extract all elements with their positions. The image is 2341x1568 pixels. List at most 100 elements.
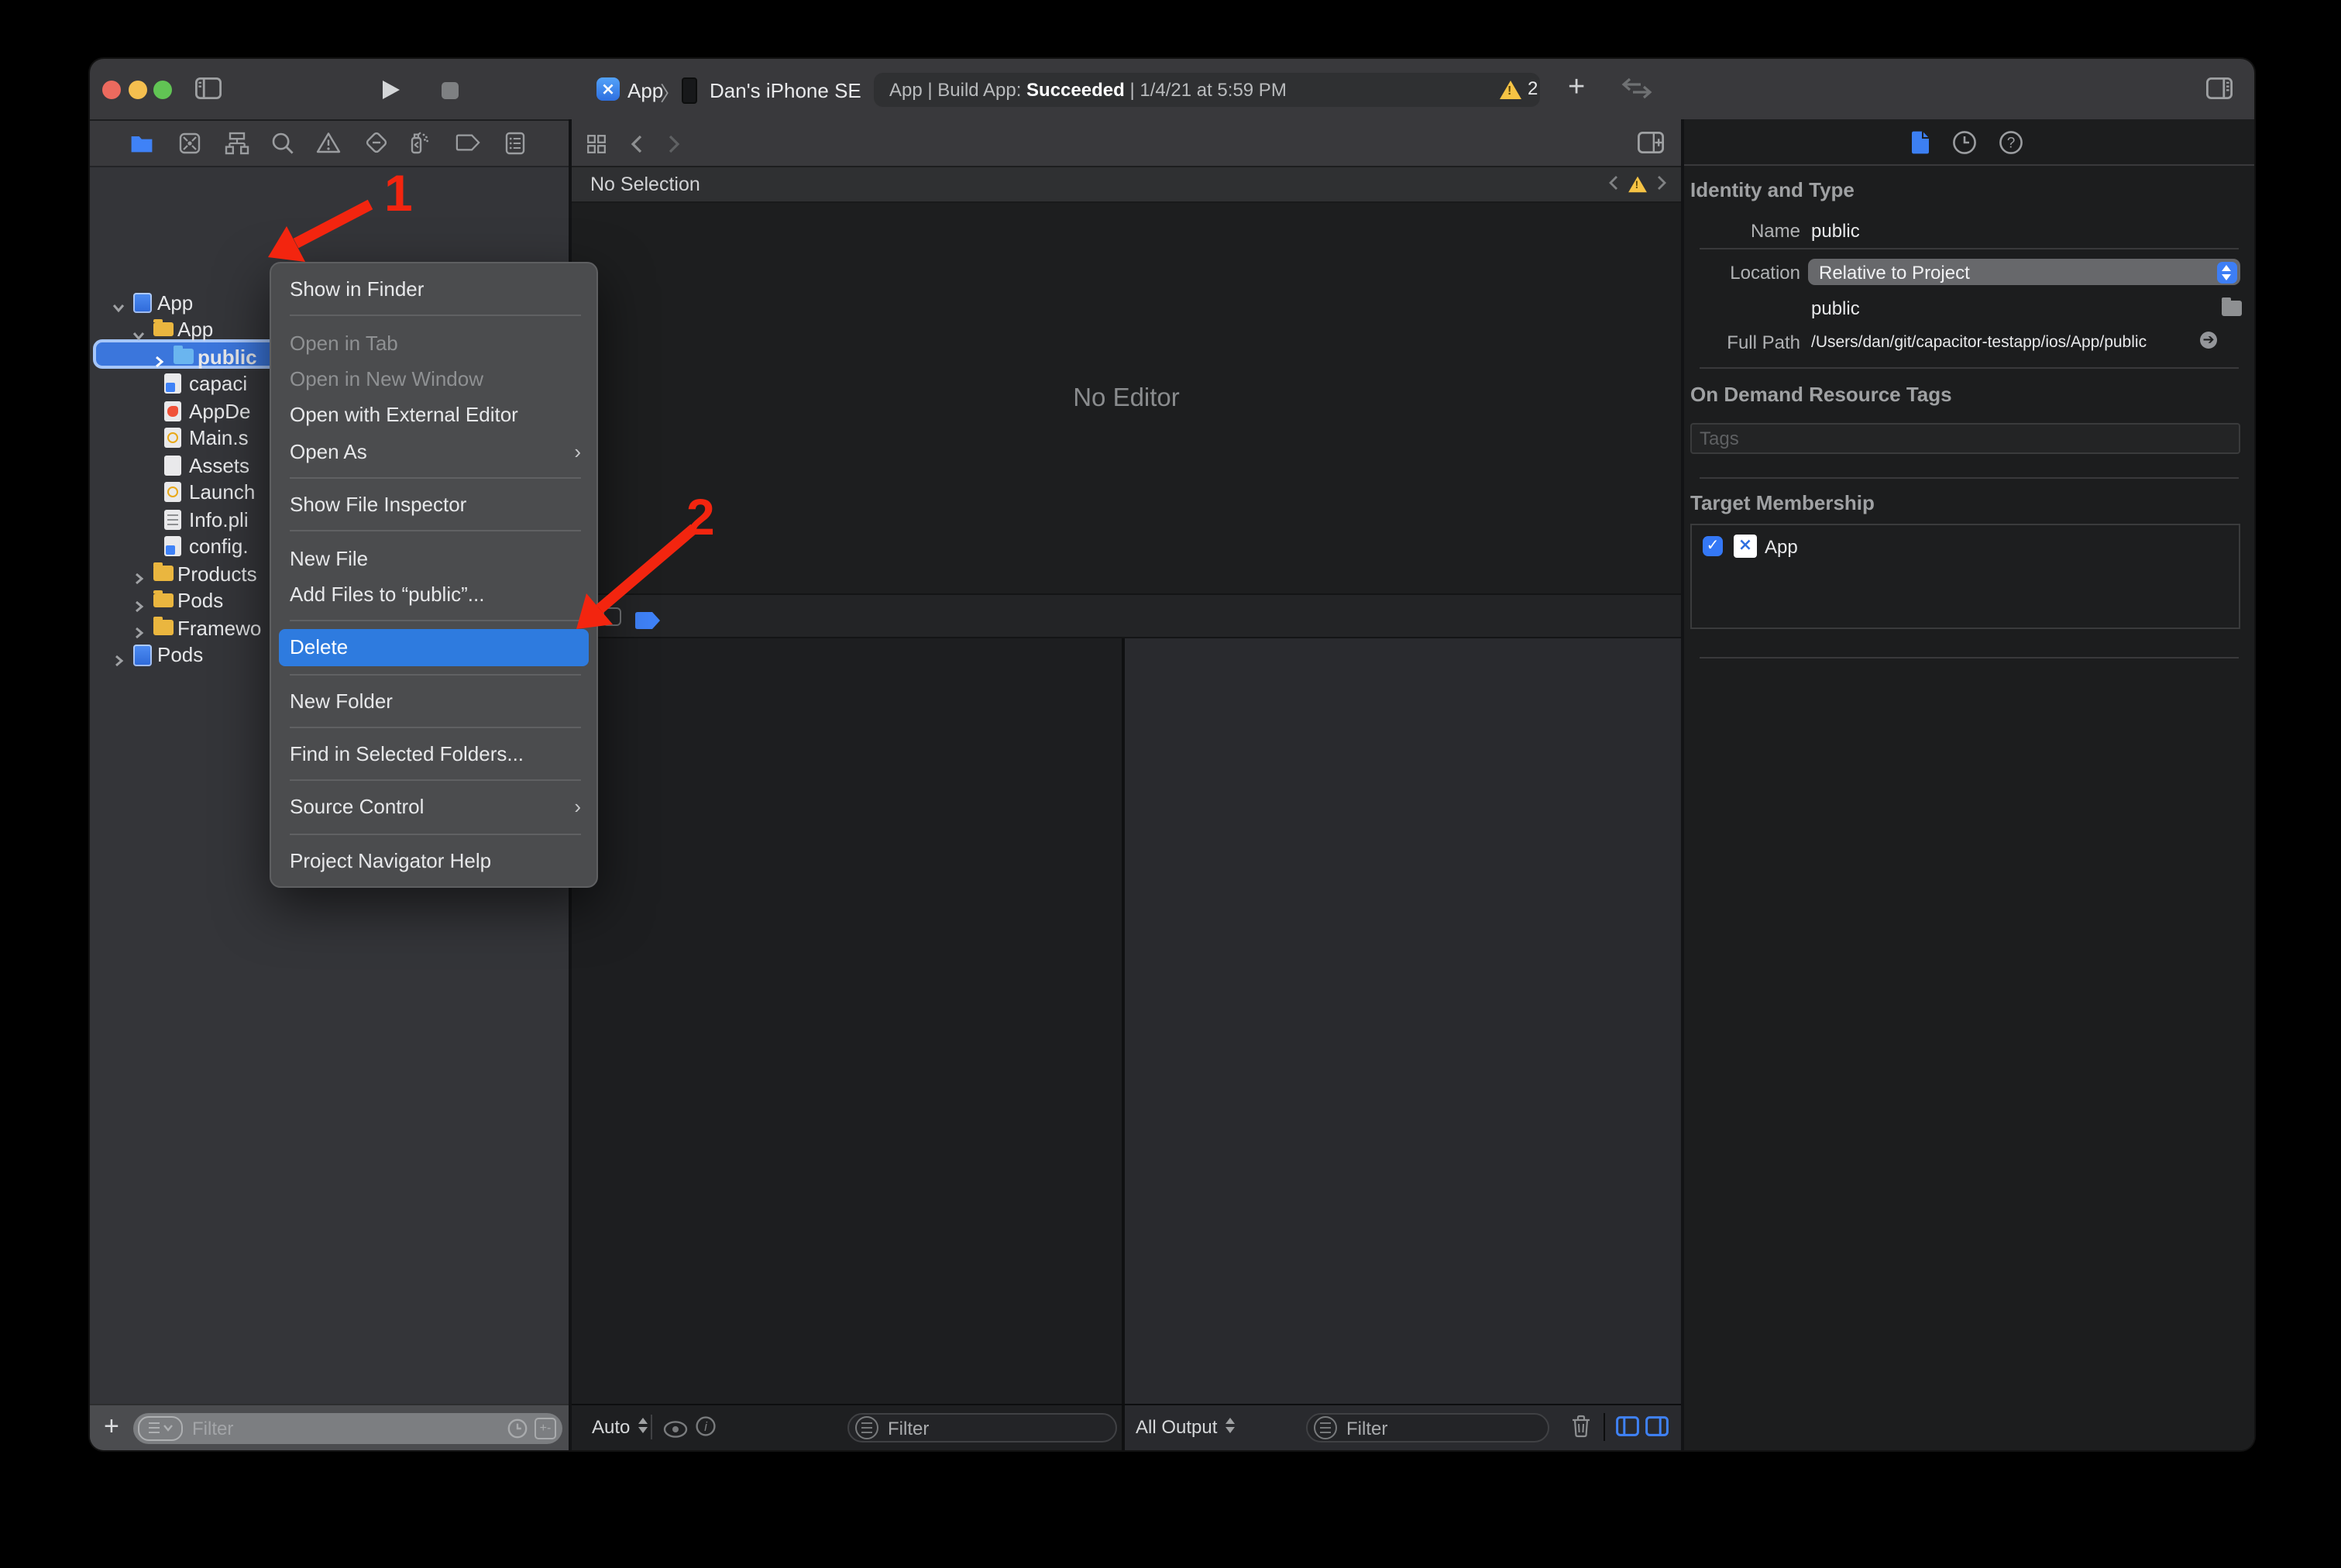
close-button[interactable] bbox=[102, 80, 121, 98]
svg-text:?: ? bbox=[2007, 136, 2016, 152]
console-filter-input[interactable]: Filter bbox=[1306, 1413, 1549, 1442]
disclosure-right-icon[interactable] bbox=[111, 648, 125, 672]
menu-item-show-file-inspector[interactable]: Show File Inspector bbox=[271, 487, 596, 523]
trash-icon[interactable] bbox=[1571, 1415, 1591, 1446]
menu-item-open-as[interactable]: Open As› bbox=[271, 433, 596, 469]
menu-separator bbox=[271, 772, 596, 789]
variables-bar: Auto i Filter bbox=[572, 1405, 1122, 1450]
menu-item-source-control[interactable]: Source Control› bbox=[271, 789, 596, 826]
menu-item-add-files-to-public[interactable]: Add Files to “public”... bbox=[271, 576, 596, 612]
inspector-splitter[interactable] bbox=[1681, 119, 1684, 1450]
menu-separator bbox=[271, 523, 596, 540]
forward-chevron-icon[interactable] bbox=[668, 133, 680, 161]
menu-item-label: Add Files to “public”... bbox=[290, 583, 484, 606]
open-path-arrow-icon[interactable]: ➔ bbox=[2200, 332, 2217, 349]
xcode-window: ⨯ App 〉 Dan's iPhone SE App | Build App:… bbox=[90, 59, 2254, 1450]
menu-item-new-folder[interactable]: New Folder bbox=[271, 683, 596, 719]
quick-help-tab-icon[interactable]: ? bbox=[1999, 130, 2023, 155]
select-stepper-icon bbox=[2217, 261, 2237, 283]
back-chevron-icon[interactable] bbox=[631, 133, 643, 161]
warning-icon[interactable] bbox=[1500, 80, 1521, 98]
file-storyboard-icon bbox=[164, 482, 180, 502]
variables-view[interactable] bbox=[572, 638, 1122, 1404]
source-control-navigator-tab-icon[interactable] bbox=[177, 130, 201, 155]
menu-item-label: Source Control bbox=[290, 796, 424, 819]
location-label: Location bbox=[1692, 262, 1800, 284]
next-issue-icon[interactable] bbox=[1656, 174, 1667, 195]
eye-icon[interactable] bbox=[663, 1418, 688, 1446]
menu-item-show-in-finder[interactable]: Show in Finder bbox=[271, 271, 596, 308]
jumpbar-warning-icon[interactable] bbox=[1628, 177, 1647, 192]
breakpoints-navigator-tab-icon[interactable] bbox=[455, 130, 480, 155]
divider bbox=[1700, 657, 2239, 658]
divider bbox=[651, 1415, 652, 1439]
library-plus-button[interactable]: + bbox=[1568, 71, 1585, 105]
file-inspector-tab-icon[interactable] bbox=[1907, 130, 1932, 155]
project-navigator-tab-icon[interactable] bbox=[129, 130, 153, 155]
prev-issue-icon[interactable] bbox=[1608, 174, 1619, 195]
hide-debug-area-icon[interactable] bbox=[603, 607, 621, 626]
console-scope-select[interactable]: All Output bbox=[1136, 1416, 1234, 1438]
activity-status[interactable]: App | Build App: Succeeded | 1/4/21 at 5… bbox=[874, 72, 1540, 106]
menu-item-delete[interactable]: Delete bbox=[279, 629, 589, 665]
source-control-filter-icon[interactable]: +- bbox=[535, 1418, 556, 1439]
debug-navigator-tab-icon[interactable] bbox=[406, 130, 431, 155]
navigator-filter-input[interactable]: Filter +- bbox=[133, 1412, 562, 1443]
symbols-navigator-tab-icon[interactable] bbox=[224, 130, 249, 155]
filter-funnel-icon[interactable] bbox=[138, 1415, 183, 1440]
show-console-toggle-icon[interactable] bbox=[1645, 1416, 1669, 1444]
reports-navigator-tab-icon[interactable] bbox=[503, 130, 528, 155]
menu-item-new-file[interactable]: New File bbox=[271, 540, 596, 576]
debug-pane-splitter[interactable] bbox=[1122, 638, 1125, 1450]
membership-section-title: Target Membership bbox=[1690, 491, 1875, 514]
add-editor-icon[interactable] bbox=[1638, 132, 1664, 161]
menu-separator bbox=[271, 719, 596, 736]
full-path-label: Full Path bbox=[1692, 332, 1800, 353]
menu-item-open-in-tab: Open in Tab bbox=[271, 325, 596, 361]
choose-folder-icon[interactable] bbox=[2222, 301, 2242, 315]
name-label: Name bbox=[1692, 220, 1800, 242]
tests-navigator-tab-icon[interactable] bbox=[363, 130, 388, 155]
tree-item-label: Products bbox=[177, 562, 257, 585]
divider bbox=[1604, 1413, 1605, 1441]
recent-files-icon[interactable] bbox=[507, 1417, 528, 1446]
tags-input[interactable]: Tags bbox=[1690, 423, 2240, 454]
warning-count[interactable]: 2 bbox=[1528, 77, 1538, 98]
stop-button[interactable] bbox=[442, 81, 459, 98]
add-file-button[interactable]: + bbox=[104, 1411, 119, 1442]
code-review-icon[interactable] bbox=[1621, 76, 1653, 108]
minimize-button[interactable] bbox=[128, 80, 146, 98]
show-variables-toggle-icon[interactable] bbox=[1616, 1416, 1639, 1444]
menu-item-label: Find in Selected Folders... bbox=[290, 742, 524, 765]
breakpoints-enabled-icon[interactable] bbox=[635, 609, 662, 637]
xcodeproj-icon bbox=[133, 292, 151, 313]
variables-scope-select[interactable]: Auto bbox=[592, 1416, 647, 1438]
run-button[interactable] bbox=[383, 81, 400, 99]
console-view[interactable] bbox=[1125, 638, 1681, 1404]
issues-navigator-tab-icon[interactable] bbox=[316, 130, 341, 155]
related-items-grid-icon[interactable] bbox=[587, 133, 606, 161]
scheme-chevron-icon: 〉 bbox=[660, 77, 680, 107]
desktop: ⨯ App 〉 Dan's iPhone SE App | Build App:… bbox=[0, 0, 2341, 1568]
console-filter-placeholder: Filter bbox=[1346, 1417, 1387, 1439]
menu-item-find-in-selected-folders[interactable]: Find in Selected Folders... bbox=[271, 736, 596, 772]
variables-filter-input[interactable]: Filter bbox=[847, 1413, 1117, 1442]
menu-separator bbox=[271, 469, 596, 487]
history-inspector-tab-icon[interactable] bbox=[1952, 130, 1977, 155]
toggle-inspector-icon[interactable] bbox=[2206, 77, 2233, 107]
zoom-button[interactable] bbox=[153, 80, 171, 98]
updown-icon bbox=[636, 1418, 647, 1433]
navigator-tab-bar bbox=[90, 119, 569, 166]
search-navigator-tab-icon[interactable] bbox=[270, 130, 294, 155]
menu-item-project-navigator-help[interactable]: Project Navigator Help bbox=[271, 842, 596, 879]
scheme-name[interactable]: App bbox=[627, 78, 663, 101]
toggle-navigator-icon[interactable] bbox=[195, 77, 222, 107]
name-value[interactable]: public bbox=[1811, 220, 1860, 242]
tree-item-label: Main.s bbox=[189, 426, 249, 449]
info-icon[interactable]: i bbox=[696, 1416, 716, 1444]
menu-item-open-with-external-editor[interactable]: Open with External Editor bbox=[271, 397, 596, 433]
target-checkbox[interactable]: ✓ bbox=[1703, 536, 1723, 556]
location-select[interactable]: Relative to Project bbox=[1808, 259, 2240, 285]
run-destination[interactable]: Dan's iPhone SE bbox=[710, 78, 861, 101]
jump-bar[interactable]: No Selection bbox=[572, 167, 1681, 203]
